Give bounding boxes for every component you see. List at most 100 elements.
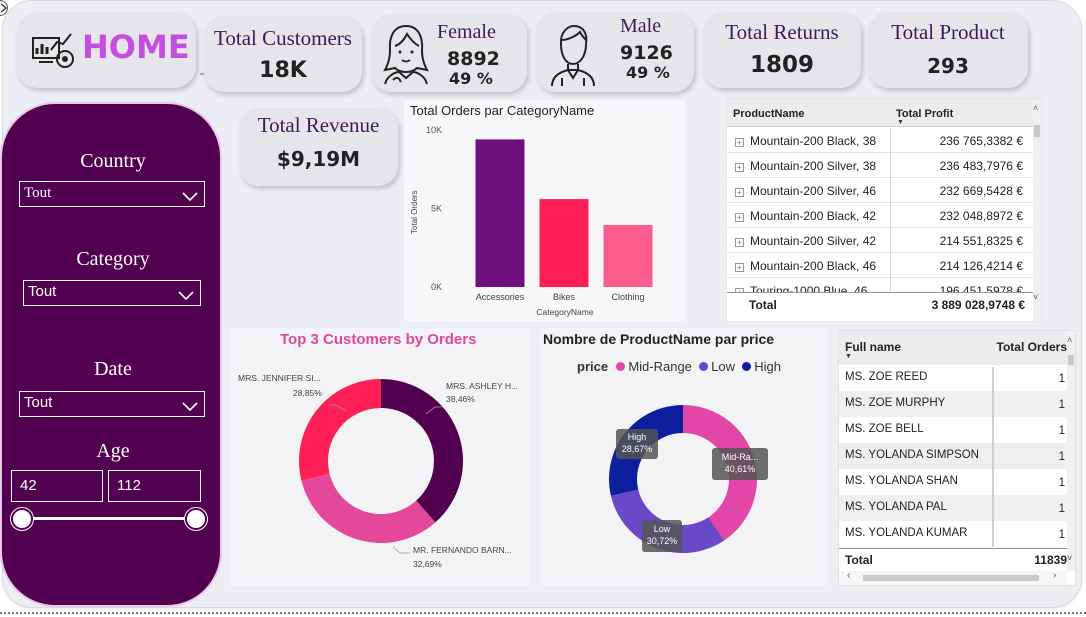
legend-item-low[interactable]: Low	[711, 359, 735, 374]
customer-name-cell: MS. YOLANDA SHAN	[845, 475, 958, 487]
table-row[interactable]: + Mountain-200 Silver, 46 232 669,5428 €	[727, 178, 1033, 203]
col-total-profit[interactable]: Total Profit	[896, 108, 953, 120]
product-name-cell: + Mountain-200 Black, 42	[735, 209, 876, 223]
table-row[interactable]: + Mountain-200 Silver, 38 236 483,7976 €	[727, 153, 1033, 178]
customer-scrollbar-v[interactable]: ˄ ˅	[1067, 331, 1075, 571]
legend-title: price	[577, 359, 609, 374]
bar-bikes[interactable]	[539, 199, 589, 287]
filter-sidebar: Country Tout Category Tout Date Tout Age…	[0, 102, 222, 607]
customer-name-cell: MS. ZOE REED	[845, 371, 928, 383]
table-row[interactable]: MS. ZOE MURPHY 1	[839, 391, 1067, 417]
kpi-value: 18K	[259, 58, 307, 83]
expand-icon[interactable]: +	[735, 188, 744, 197]
bar-accessories[interactable]	[475, 139, 525, 287]
expand-icon[interactable]: +	[735, 163, 744, 172]
product-total-value: 3 889 028,9748 €	[931, 298, 1025, 312]
orders-cell: 1	[1058, 373, 1065, 385]
kpi-female: Female 8892 49 %	[371, 14, 527, 92]
data-label: Mid-Ra...	[722, 452, 759, 462]
female-pct: 49 %	[449, 69, 493, 88]
male-title: Male	[620, 15, 662, 37]
table-row[interactable]: MS. YOLANDA PAL 1	[839, 495, 1067, 521]
age-min-input[interactable]: 42	[11, 470, 103, 502]
data-label-pct: 28,67%	[622, 444, 653, 454]
customer-scrollbar-h[interactable]: ‹ ›	[839, 570, 1067, 585]
legend-item-high[interactable]: High	[754, 359, 781, 374]
product-name-text: Mountain-200 Black, 46	[750, 259, 877, 273]
table-row[interactable]: MS. YOLANDA SHAN 1	[839, 469, 1067, 495]
bar-clothing[interactable]	[603, 224, 653, 287]
product-scrollbar[interactable]: ˄ ˅	[1033, 99, 1041, 321]
table-row[interactable]: + Touring-1000 Blue, 46 196 451,5978 €	[727, 278, 1033, 293]
price-legend: price Mid-Range Low High	[577, 359, 781, 374]
scroll-up-icon: ˄	[1033, 103, 1039, 113]
product-name-text: Mountain-200 Silver, 42	[750, 234, 877, 248]
product-col-divider	[890, 128, 891, 293]
customer-total-row: Total 11839	[839, 548, 1067, 570]
data-label-pct: 40,61%	[725, 464, 756, 474]
product-name-cell: + Mountain-200 Silver, 42	[735, 234, 876, 248]
table-row[interactable]: + Mountain-200 Black, 42 232 048,8972 €	[727, 203, 1033, 228]
kpi-value: 293	[927, 54, 969, 78]
customer-total-value: 11839	[1034, 553, 1067, 567]
top-customers-title: Top 3 Customers by Orders	[280, 331, 477, 348]
dashboard-canvas: HOME Total Customers 18K Female 8892 49 …	[0, 0, 1086, 617]
age-slider-track[interactable]	[22, 517, 196, 520]
male-pct: 49 %	[626, 63, 670, 82]
kpi-total-customers: Total Customers 18K	[204, 16, 362, 92]
profit-cell: 236 483,7976 €	[939, 159, 1023, 173]
home-button[interactable]: HOME	[16, 12, 196, 88]
product-name-cell: + Mountain-200 Black, 38	[735, 134, 876, 148]
col-productname[interactable]: ProductName	[733, 108, 805, 120]
expand-icon[interactable]: +	[735, 263, 744, 272]
callout-label: MR. FERNANDO BARN...	[413, 545, 512, 555]
table-row[interactable]: MS. ZOE BELL 1	[839, 417, 1067, 443]
product-name-cell: + Mountain-200 Silver, 38	[735, 159, 876, 173]
x-tick-label: Accessories	[476, 292, 525, 302]
callout-label: MRS. JENNIFER SI...	[238, 373, 321, 383]
table-row[interactable]: + Mountain-200 Silver, 42 214 551,8325 €	[727, 228, 1033, 253]
table-row[interactable]: MS. YOLANDA KUMAR 1	[839, 521, 1067, 547]
legend-item-midrange[interactable]: Mid-Range	[628, 359, 692, 374]
product-name-cell: + Mountain-200 Black, 46	[735, 259, 876, 273]
y-tick-label: 0K	[431, 282, 442, 292]
legend-dot-midrange	[615, 362, 625, 371]
table-row[interactable]: + Mountain-200 Black, 46 214 126,4214 €	[727, 253, 1033, 278]
product-total-row: Total 3 889 028,9748 €	[727, 292, 1033, 316]
y-tick-label: 5K	[431, 204, 442, 214]
product-scroll-thumb[interactable]	[1034, 125, 1040, 137]
scroll-left-icon: ‹	[847, 570, 851, 581]
expand-icon[interactable]: +	[735, 213, 744, 222]
product-name-text: Mountain-200 Silver, 38	[750, 159, 877, 173]
country-dropdown[interactable]: Tout	[19, 181, 205, 207]
product-name-cell: + Mountain-200 Silver, 46	[735, 184, 876, 198]
male-count: 9126	[620, 42, 673, 64]
age-slider-max-handle[interactable]	[185, 508, 207, 530]
table-row[interactable]: + Mountain-200 Black, 38 236 765,3382 €	[727, 128, 1033, 153]
expand-icon[interactable]: +	[735, 238, 744, 247]
kpi-total-product: Total Product 293	[868, 12, 1028, 88]
date-value: Tout	[24, 394, 53, 411]
col-total-orders[interactable]: Total Orders	[997, 340, 1067, 354]
customer-orders-table: Full name ▼ Total Orders MS. ZOE REED 1 MS…	[838, 330, 1076, 586]
table-row[interactable]: MS. YOLANDA SIMPSON 1	[839, 443, 1067, 469]
kpi-male: Male 9126 49 %	[536, 12, 694, 92]
orders-cell: 1	[1058, 529, 1065, 541]
date-dropdown[interactable]: Tout	[19, 391, 205, 417]
table-row[interactable]: MS. ZOE REED 1	[839, 365, 1067, 391]
category-dropdown[interactable]: Tout	[23, 280, 201, 306]
bar-chart-svg: Total Orders par CategoryName Total Orde…	[410, 103, 653, 317]
top-customers-slice-1[interactable]	[301, 473, 436, 543]
orders-cell: 1	[1058, 425, 1065, 437]
age-slider-min-handle[interactable]	[11, 508, 33, 530]
x-tick-label: Bikes	[553, 292, 576, 302]
customer-scroll-thumb-h[interactable]	[863, 575, 1039, 581]
col-full-name[interactable]: Full name	[845, 340, 901, 354]
customer-name-cell: MS. ZOE MURPHY	[845, 397, 946, 409]
expand-icon[interactable]: +	[735, 138, 744, 147]
kpi-title: Total Customers	[214, 26, 352, 50]
male-avatar-icon	[548, 22, 598, 87]
age-max-input[interactable]: 112	[108, 470, 201, 502]
orders-cell: 1	[1058, 399, 1065, 411]
customer-scroll-thumb[interactable]	[1068, 355, 1074, 365]
